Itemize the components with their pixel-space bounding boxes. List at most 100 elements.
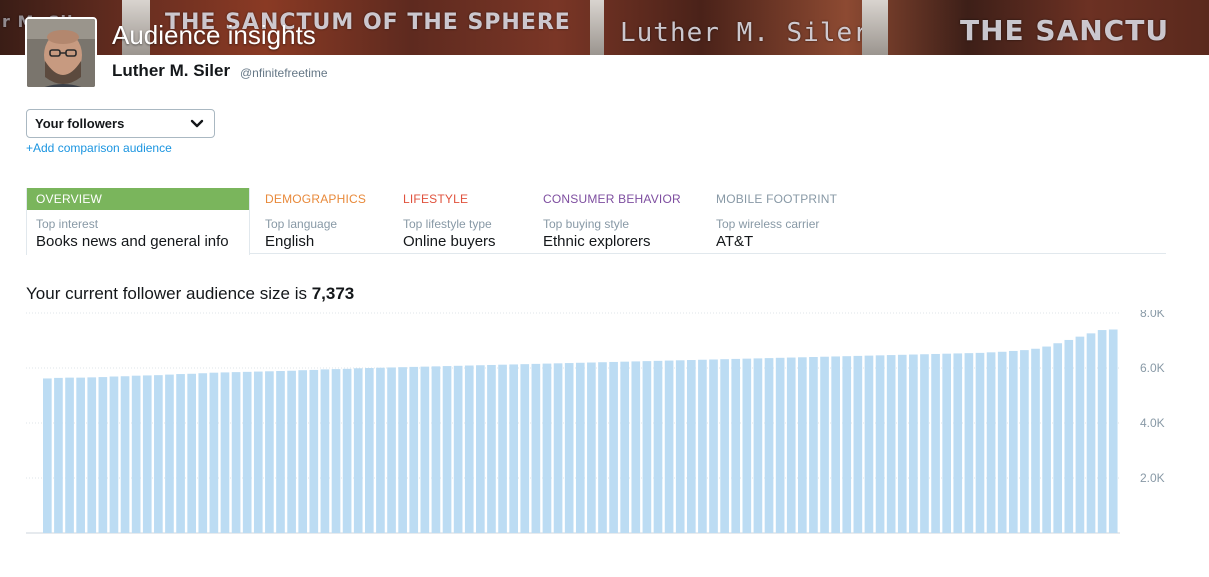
chart-bar[interactable] [453,365,463,533]
chart-bar[interactable] [265,371,274,533]
chart-bar[interactable] [986,352,996,533]
chart-bar[interactable] [587,362,596,534]
chart-bar[interactable] [1008,350,1018,533]
chart-bar[interactable] [142,375,152,533]
chart-bar[interactable] [798,357,807,533]
tab-demographics[interactable]: DEMOGRAPHICS Top language English [265,188,366,254]
chart-bar[interactable] [864,355,874,534]
tab-overview[interactable]: OVERVIEW Top interest Books news and gen… [26,188,250,255]
chart-bar[interactable] [309,369,319,533]
chart-bar[interactable] [953,353,963,533]
chart-bar[interactable] [320,369,330,534]
chart-bar[interactable] [464,365,474,533]
chart-bar[interactable] [598,362,607,533]
chart-bar[interactable] [831,356,840,533]
chart-bar[interactable] [242,371,252,533]
chart-bar[interactable] [487,364,496,533]
chart-bar[interactable] [564,363,574,533]
chart-bar[interactable] [820,356,829,533]
chart-bar[interactable] [76,377,85,534]
chart-bar[interactable] [631,361,641,533]
add-comparison-link[interactable]: +Add comparison audience [26,141,172,155]
chart-bar[interactable] [897,354,907,533]
chart-bar[interactable] [431,366,441,533]
chart-bar[interactable] [409,366,419,533]
chart-bar[interactable] [1075,336,1085,533]
tab-consumer-behavior[interactable]: CONSUMER BEHAVIOR Top buying style Ethni… [543,188,681,254]
chart-bar[interactable] [609,361,618,533]
chart-bar[interactable] [775,357,785,533]
chart-bar[interactable] [376,367,385,533]
chart-bar[interactable] [753,358,763,534]
tab-lifestyle[interactable]: LIFESTYLE Top lifestyle type Online buye… [403,188,496,254]
chart-bar[interactable] [675,360,685,533]
chart-bar[interactable] [853,355,863,533]
chart-bar[interactable] [653,360,663,533]
chart-bar[interactable] [809,357,818,533]
chart-bar[interactable] [1020,350,1029,534]
chart-bar[interactable] [875,355,885,533]
chart-bar[interactable] [276,371,285,533]
chart-bar[interactable] [642,361,652,534]
chart-bar[interactable] [731,358,741,533]
chart-bar[interactable] [198,373,208,533]
tab-mobile-footprint[interactable]: MOBILE FOOTPRINT Top wireless carrier AT… [716,188,837,254]
chart-bar[interactable] [842,356,852,533]
audience-dropdown[interactable]: Your followers [26,109,215,138]
chart-bar[interactable] [43,378,52,533]
chart-bar[interactable] [786,357,796,533]
chart-bar[interactable] [997,351,1007,533]
chart-bar[interactable] [342,368,352,533]
chart-bar[interactable] [176,374,185,533]
chart-bar[interactable] [109,376,119,533]
avatar[interactable] [25,17,97,89]
chart-bar[interactable] [975,352,985,534]
chart-bar[interactable] [542,363,552,533]
chart-bar[interactable] [98,377,108,533]
chart-bar[interactable] [620,361,630,533]
chart-bar[interactable] [531,363,541,534]
chart-bar[interactable] [942,353,952,533]
chart-bar[interactable] [420,366,430,534]
chart-bar[interactable] [65,377,74,534]
chart-bar[interactable] [720,359,729,533]
chart-bar[interactable] [154,375,163,533]
chart-bar[interactable] [398,367,407,533]
chart-bar[interactable] [87,377,97,533]
chart-bar[interactable] [909,354,918,533]
chart-bar[interactable] [131,375,141,533]
chart-bar[interactable] [931,353,940,533]
chart-bar[interactable] [964,353,974,533]
chart-bar[interactable] [353,368,363,533]
chart-bar[interactable] [1108,329,1118,534]
chart-bar[interactable] [1053,343,1063,533]
chart-bar[interactable] [165,374,174,533]
chart-bar[interactable] [120,376,130,533]
chart-bar[interactable] [442,366,452,533]
chart-bar[interactable] [686,360,696,533]
chart-bar[interactable] [1097,330,1107,533]
chart-bar[interactable] [1064,339,1074,533]
chart-bar[interactable] [742,358,752,533]
chart-bar[interactable] [664,360,674,533]
chart-bar[interactable] [253,371,263,533]
chart-bar[interactable] [886,355,896,533]
chart-bar[interactable] [553,363,563,533]
chart-bar[interactable] [764,358,774,533]
chart-bar[interactable] [575,362,585,533]
chart-bar[interactable] [364,368,374,533]
chart-bar[interactable] [298,370,308,533]
chart-bar[interactable] [209,372,219,533]
chart-bar[interactable] [498,364,507,533]
chart-bar[interactable] [1031,348,1040,533]
chart-bar[interactable] [54,377,63,533]
chart-bar[interactable] [709,359,718,533]
chart-bar[interactable] [509,364,518,533]
chart-bar[interactable] [187,373,196,533]
chart-bar[interactable] [1042,346,1051,533]
chart-bar[interactable] [1086,333,1096,533]
chart-bar[interactable] [387,367,396,533]
chart-bar[interactable] [220,372,230,533]
chart-bar[interactable] [920,354,929,533]
chart-bar[interactable] [331,369,341,533]
